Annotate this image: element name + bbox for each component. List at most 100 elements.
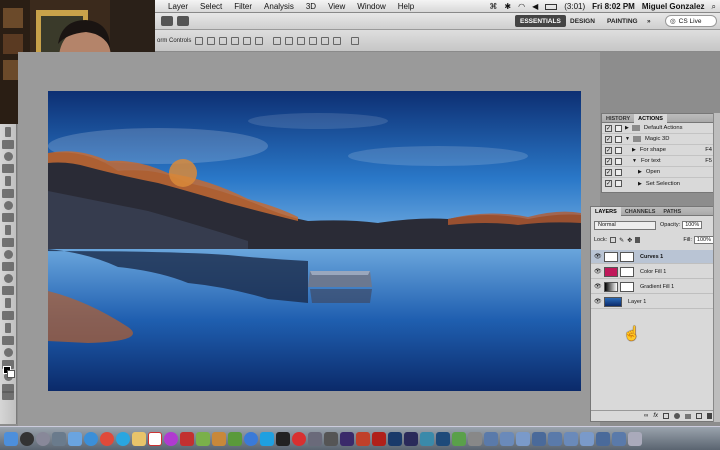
action-dialog-toggle[interactable] <box>615 135 622 143</box>
lock-position-icon[interactable]: ✥ <box>627 237 632 244</box>
type-tool-icon[interactable] <box>2 311 14 320</box>
mail-icon[interactable] <box>68 431 82 446</box>
distribute-left-icon[interactable] <box>309 36 318 45</box>
quick-select-tool-icon[interactable] <box>2 164 14 173</box>
distribute-center-icon[interactable] <box>321 36 330 45</box>
clone-stamp-tool-icon[interactable] <box>5 225 11 235</box>
crossover-icon[interactable] <box>420 431 434 446</box>
add-mask-icon[interactable] <box>663 413 669 419</box>
layer-row-curves[interactable]: 👁 Curves 1 <box>591 250 718 264</box>
photoshop-icon[interactable] <box>388 431 402 446</box>
action-set-selection[interactable]: ✓ ▶ Set Selection <box>602 178 718 189</box>
finder-icon[interactable] <box>4 431 18 446</box>
disclosure-down-icon[interactable]: ▼ <box>625 136 630 142</box>
workspace-more[interactable]: » <box>642 15 656 27</box>
launchpad-icon[interactable] <box>36 431 50 446</box>
after-effects-icon[interactable] <box>404 431 418 446</box>
app-store-icon[interactable] <box>244 431 258 446</box>
distribute-bottom-icon[interactable] <box>297 36 306 45</box>
panel-collapse-strip[interactable] <box>713 113 720 422</box>
premiere-icon[interactable] <box>340 431 354 446</box>
mb-icon[interactable] <box>177 16 189 26</box>
lasso-tool-icon[interactable] <box>3 152 13 161</box>
align-top-icon[interactable] <box>195 36 204 45</box>
layer-mask-thumb[interactable] <box>620 251 634 262</box>
eraser-tool-icon[interactable] <box>3 250 13 259</box>
photo-booth-icon[interactable] <box>180 431 194 446</box>
calendar-icon[interactable] <box>148 431 162 446</box>
align-middle-icon[interactable] <box>207 36 216 45</box>
new-group-icon[interactable] <box>685 413 691 419</box>
menu-filter[interactable]: Filter <box>228 2 258 11</box>
facetime-icon[interactable] <box>228 431 242 446</box>
blur-tool-icon[interactable] <box>3 274 13 283</box>
dock-folder-icon[interactable] <box>532 431 546 446</box>
history-brush-tool-icon[interactable] <box>2 238 14 247</box>
dock-folder-icon[interactable] <box>484 431 498 446</box>
chrome-icon[interactable] <box>100 431 114 446</box>
distribute-right-icon[interactable] <box>333 36 342 45</box>
disclosure-right-icon[interactable]: ▶ <box>638 169 642 175</box>
path-select-tool-icon[interactable] <box>5 323 11 333</box>
lock-transparency-icon[interactable] <box>610 237 617 243</box>
skype-s-icon[interactable] <box>260 431 274 446</box>
background-color-swatch[interactable] <box>7 370 15 378</box>
lock-pixels-icon[interactable]: ✎ <box>619 237 624 244</box>
layer-name[interactable]: Curves 1 <box>640 254 663 260</box>
notes-icon[interactable] <box>132 431 146 446</box>
dock-folder-icon[interactable] <box>564 431 578 446</box>
flash-icon[interactable] <box>372 431 386 446</box>
healing-brush-tool-icon[interactable] <box>3 201 13 210</box>
dock-folder-icon[interactable] <box>580 431 594 446</box>
clapper-icon[interactable] <box>324 431 338 446</box>
tab-paths[interactable]: PATHS <box>659 207 685 216</box>
spotlight-icon[interactable]: ⌕ <box>712 2 716 12</box>
action-toggle-checkbox[interactable]: ✓ <box>605 124 612 132</box>
mission-control-icon[interactable] <box>52 431 66 446</box>
action-toggle-checkbox[interactable]: ✓ <box>605 135 612 143</box>
layer-row-color-fill[interactable]: 👁 Color Fill 1 <box>591 265 718 279</box>
menu-window[interactable]: Window <box>351 2 391 11</box>
cube-icon[interactable] <box>452 431 466 446</box>
disclosure-right-icon[interactable]: ▶ <box>638 181 642 187</box>
menu-help[interactable]: Help <box>392 2 420 11</box>
action-dialog-toggle[interactable] <box>615 157 622 165</box>
tab-channels[interactable]: CHANNELS <box>621 207 660 216</box>
br-icon[interactable] <box>161 16 173 26</box>
safari-icon[interactable] <box>84 431 98 446</box>
itunes-icon[interactable] <box>164 431 178 446</box>
tab-layers[interactable]: LAYERS <box>591 207 621 216</box>
eye-icon[interactable]: 👁 <box>594 299 602 305</box>
lock-all-icon[interactable] <box>635 237 641 243</box>
eye-icon[interactable]: 👁 <box>594 284 602 290</box>
action-for-shape[interactable]: ✓ ▶ For shape F4 <box>602 145 718 156</box>
distribute-middle-icon[interactable] <box>285 36 294 45</box>
workspace-design[interactable]: DESIGN <box>565 15 600 27</box>
layer-row-gradient-fill[interactable]: 👁 Gradient Fill 1 <box>591 280 718 294</box>
quicktime-icon[interactable] <box>308 431 322 446</box>
align-center-icon[interactable] <box>243 36 252 45</box>
action-open[interactable]: ✓ ▶ Open <box>602 167 718 178</box>
battery-icon[interactable] <box>545 3 558 10</box>
blend-mode-select[interactable]: Normal <box>594 220 656 230</box>
crop-tool-icon[interactable] <box>5 176 11 186</box>
align-right-icon[interactable] <box>255 36 264 45</box>
action-dialog-toggle[interactable] <box>615 180 622 187</box>
marquee-tool-icon[interactable] <box>2 140 14 149</box>
opacity-field[interactable]: 100% <box>682 221 703 229</box>
disclosure-down-icon[interactable]: ▼ <box>632 158 637 164</box>
action-toggle-checkbox[interactable]: ✓ <box>605 157 612 165</box>
x-app-icon[interactable] <box>436 431 450 446</box>
eyedropper-tool-icon[interactable] <box>2 189 14 198</box>
move-tool-icon[interactable] <box>5 127 11 137</box>
cs-live-button[interactable]: ◎ CS Live <box>665 15 717 27</box>
bluetooth-icon[interactable]: ✱ <box>504 2 511 11</box>
menu-view[interactable]: View <box>322 2 351 11</box>
tab-history[interactable]: HISTORY <box>602 114 634 123</box>
document-canvas[interactable] <box>48 91 581 391</box>
disclosure-right-icon[interactable]: ▶ <box>632 147 636 153</box>
action-dialog-toggle[interactable] <box>615 168 622 176</box>
shape-tool-icon[interactable] <box>2 336 14 345</box>
eye-icon[interactable]: 👁 <box>594 254 602 260</box>
layer-style-icon[interactable]: fx <box>653 413 658 419</box>
